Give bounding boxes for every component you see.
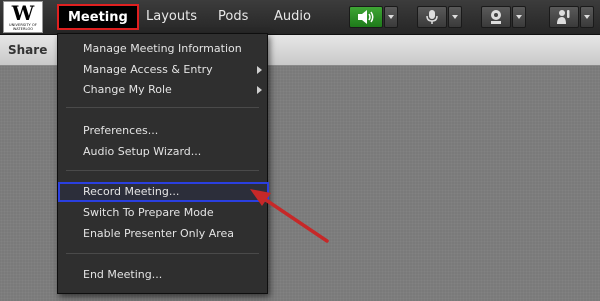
speaker-options-button[interactable] bbox=[384, 6, 398, 28]
speaker-icon bbox=[350, 7, 382, 27]
menu-pods[interactable]: Pods bbox=[218, 0, 248, 34]
submenu-arrow-icon bbox=[257, 66, 262, 74]
microphone-options-button[interactable] bbox=[448, 6, 462, 28]
webcam-options-button[interactable] bbox=[512, 6, 526, 28]
menu-item-label: Change My Role bbox=[83, 83, 172, 96]
menu-layouts[interactable]: Layouts bbox=[146, 0, 197, 34]
menu-item-manage-access-entry[interactable]: Manage Access & Entry bbox=[83, 62, 268, 78]
meeting-dropdown-menu: Manage Meeting Information Manage Access… bbox=[57, 33, 269, 294]
microphone-icon bbox=[418, 7, 446, 27]
microphone-button[interactable] bbox=[417, 6, 447, 28]
menu-item-change-my-role[interactable]: Change My Role bbox=[83, 82, 268, 98]
webcam-button[interactable] bbox=[481, 6, 511, 28]
pod-title: Share bbox=[8, 43, 48, 57]
webcam-icon bbox=[482, 7, 510, 27]
menu-item-manage-meeting-information[interactable]: Manage Meeting Information bbox=[83, 41, 242, 57]
menu-item-enable-presenter-only-area[interactable]: Enable Presenter Only Area bbox=[83, 226, 234, 242]
menu-item-audio-setup-wizard[interactable]: Audio Setup Wizard... bbox=[83, 144, 201, 160]
menu-divider bbox=[66, 170, 259, 171]
menu-divider bbox=[66, 107, 259, 108]
menu-item-end-meeting[interactable]: End Meeting... bbox=[83, 267, 162, 283]
raise-hand-icon bbox=[550, 7, 578, 27]
university-logo: W UNIVERSITY OF WATERLOO bbox=[3, 1, 43, 33]
menu-divider bbox=[66, 253, 259, 254]
status-button[interactable] bbox=[549, 6, 579, 28]
menu-bar: W UNIVERSITY OF WATERLOO Meeting Layouts… bbox=[0, 0, 600, 35]
logo-subtext: UNIVERSITY OF WATERLOO bbox=[9, 23, 37, 31]
speaker-button[interactable] bbox=[349, 6, 383, 28]
menu-item-preferences[interactable]: Preferences... bbox=[83, 123, 158, 139]
status-options-button[interactable] bbox=[580, 6, 594, 28]
submenu-arrow-icon bbox=[257, 86, 262, 94]
menu-item-record-meeting[interactable]: Record Meeting... bbox=[83, 184, 179, 200]
menu-item-switch-to-prepare-mode[interactable]: Switch To Prepare Mode bbox=[83, 205, 214, 221]
menu-meeting[interactable]: Meeting bbox=[57, 4, 139, 30]
menu-item-label: Manage Access & Entry bbox=[83, 63, 213, 76]
menu-audio[interactable]: Audio bbox=[274, 0, 311, 34]
logo-letter: W bbox=[11, 1, 35, 25]
